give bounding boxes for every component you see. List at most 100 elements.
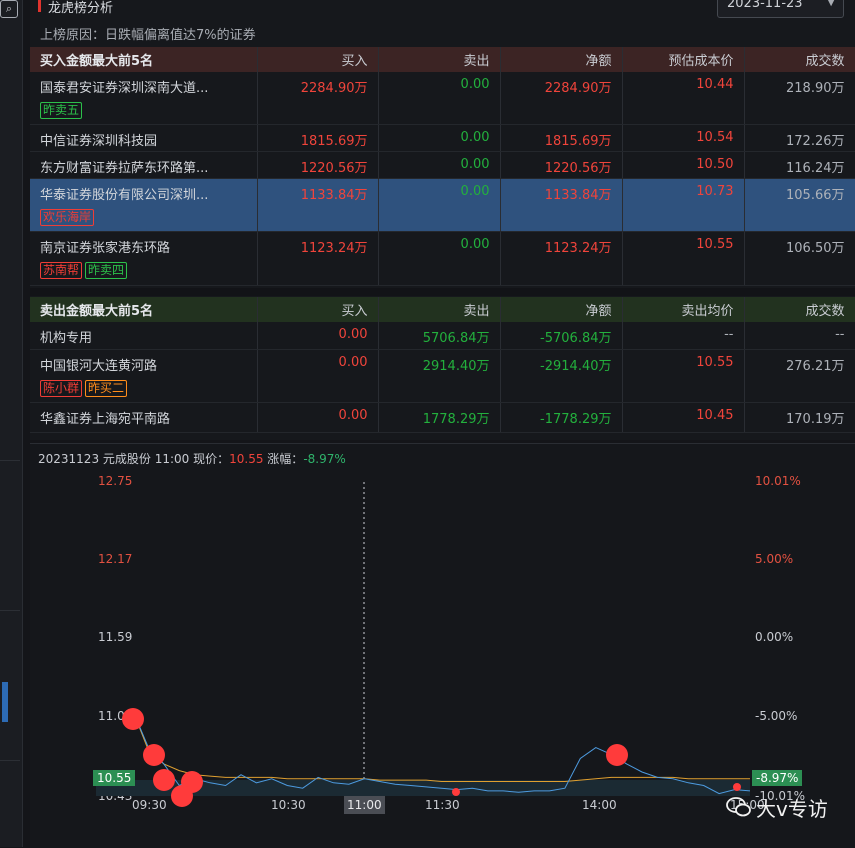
trade-marker[interactable]: [452, 788, 460, 796]
cost-price: 10.44: [622, 72, 745, 125]
avg-sell-price: --: [622, 322, 745, 350]
net-amount: 1133.84万: [500, 178, 623, 232]
column-header[interactable]: 买入: [257, 47, 379, 72]
buy-table-header: 买入金额最大前5名 买入 卖出 净额 预估成本价 成交数: [30, 47, 855, 72]
buy-table: 买入金额最大前5名 买入 卖出 净额 预估成本价 成交数 国泰君安证券深圳深南大…: [30, 47, 855, 286]
trade-marker[interactable]: [153, 769, 175, 791]
broker-tag[interactable]: 昨卖四: [85, 261, 128, 279]
table-row[interactable]: 华鑫证券上海宛平南路 0.00 1778.29万 -1778.29万 10.45…: [30, 402, 855, 433]
buy-amount: 1133.84万: [257, 178, 379, 232]
volume: 218.90万: [744, 72, 855, 125]
buy-amount: 2284.90万: [257, 72, 379, 125]
sidebar-divider: [0, 610, 20, 611]
broker-name[interactable]: 国泰君安证券深圳深南大道...: [40, 77, 247, 96]
broker-name[interactable]: 南京证券张家港东环路: [40, 237, 247, 256]
broker-name[interactable]: 中信证券深圳科技园: [30, 124, 258, 152]
column-header[interactable]: 买入: [257, 297, 379, 322]
intraday-chart[interactable]: 20231123 元成股份 11:00 现价：10.55 涨幅：-8.97% 1…: [30, 443, 855, 848]
table-row[interactable]: 东方财富证券拉萨东环路第... 1220.56万 0.00 1220.56万 1…: [30, 151, 855, 179]
sell-amount: 5706.84万: [378, 322, 501, 350]
sell-amount: 0.00: [378, 231, 501, 286]
broker-name[interactable]: 华鑫证券上海宛平南路: [30, 402, 258, 433]
trade-marker[interactable]: [122, 708, 144, 730]
trade-marker[interactable]: [606, 744, 628, 766]
net-amount: 1123.24万: [500, 231, 623, 286]
pct-badge: -8.97%: [752, 770, 803, 786]
column-header[interactable]: 净额: [500, 47, 623, 72]
sell-table: 卖出金额最大前5名 买入 卖出 净额 卖出均价 成交数 机构专用 0.00 57…: [30, 297, 855, 433]
chart-plot[interactable]: [30, 444, 855, 848]
sell-amount: 0.00: [378, 178, 501, 232]
table-row[interactable]: 南京证券张家港东环路 苏南帮 昨卖四 1123.24万 0.00 1123.24万 …: [30, 231, 855, 286]
table-row[interactable]: 中国银河大连黄河路 陈小群 昨买二 0.00 2914.40万 -2914.40万 …: [30, 349, 855, 403]
column-header[interactable]: 卖出: [378, 297, 501, 322]
broker-name[interactable]: 华泰证券股份有限公司深圳...: [40, 184, 247, 203]
chevron-down-icon: ▼: [827, 0, 835, 8]
avg-sell-price: 10.55: [622, 349, 745, 403]
broker-name[interactable]: 机构专用: [30, 322, 258, 350]
search-icon[interactable]: ⌕: [0, 0, 18, 18]
column-header[interactable]: 成交数: [744, 297, 855, 322]
cost-price: 10.54: [622, 124, 745, 152]
buy-amount: 1815.69万: [257, 124, 379, 152]
x-tick: 10:30: [271, 798, 306, 812]
buy-amount: 0.00: [257, 349, 379, 403]
trade-marker[interactable]: [143, 744, 165, 766]
column-header[interactable]: 卖出均价: [622, 297, 745, 322]
broker-tag[interactable]: 欢乐海岸: [40, 208, 95, 226]
x-tick: 09:30: [132, 798, 167, 812]
net-amount: -1778.29万: [500, 402, 623, 433]
sidebar-active-indicator: [2, 682, 8, 722]
net-amount: 1220.56万: [500, 151, 623, 179]
sell-amount: 1778.29万: [378, 402, 501, 433]
left-sidebar: ⌕: [0, 0, 23, 847]
price-badge: 10.55: [93, 770, 136, 786]
net-amount: 1815.69万: [500, 124, 623, 152]
wechat-icon: [726, 797, 751, 817]
column-header[interactable]: 成交数: [744, 47, 855, 72]
sidebar-divider: [0, 460, 20, 461]
broker-tag[interactable]: 昨买二: [85, 379, 128, 397]
trade-marker[interactable]: [733, 783, 741, 791]
sell-amount: 0.00: [378, 72, 501, 125]
column-header[interactable]: 卖出: [378, 47, 501, 72]
column-header[interactable]: 预估成本价: [622, 47, 745, 72]
volume: 172.26万: [744, 124, 855, 152]
sell-amount: 2914.40万: [378, 349, 501, 403]
broker-tag[interactable]: 昨卖五: [40, 102, 83, 119]
sidebar-divider: [0, 760, 20, 761]
broker-name[interactable]: 中国银河大连黄河路: [40, 355, 247, 374]
table-row[interactable]: 国泰君安证券深圳深南大道... 昨卖五 2284.90万 0.00 2284.90…: [30, 72, 855, 125]
broker-name[interactable]: 东方财富证券拉萨东环路第...: [30, 151, 258, 179]
table-row[interactable]: 机构专用 0.00 5706.84万 -5706.84万 -- --: [30, 322, 855, 350]
watermark-text: 大v专访: [756, 797, 828, 821]
column-header[interactable]: 净额: [500, 297, 623, 322]
buy-amount: 1220.56万: [257, 151, 379, 179]
cost-price: 10.73: [622, 178, 745, 232]
broker-tag[interactable]: 苏南帮: [40, 261, 83, 279]
panel-title: 龙虎榜分析: [48, 1, 114, 16]
net-amount: -5706.84万: [500, 322, 623, 350]
net-amount: 2284.90万: [500, 72, 623, 125]
sell-amount: 0.00: [378, 124, 501, 152]
volume: 105.66万: [744, 178, 855, 232]
date-value: 2023-11-23: [727, 0, 803, 11]
table-separator: [30, 288, 855, 296]
listing-reason: 上榜原因：日跌幅偏离值达7%的证券: [40, 28, 256, 43]
buy-amount: 0.00: [257, 322, 379, 350]
x-tick: 11:30: [425, 798, 460, 812]
table-row-selected[interactable]: 华泰证券股份有限公司深圳... 欢乐海岸 1133.84万 0.00 1133.8…: [30, 178, 855, 232]
volume: 170.19万: [744, 402, 855, 433]
buy-amount: 0.00: [257, 402, 379, 433]
volume: --: [744, 322, 855, 350]
cost-price: 10.55: [622, 231, 745, 286]
table-row[interactable]: 中信证券深圳科技园 1815.69万 0.00 1815.69万 10.54 1…: [30, 124, 855, 152]
trade-marker[interactable]: [171, 785, 193, 807]
buy-amount: 1123.24万: [257, 231, 379, 286]
volume: 276.21万: [744, 349, 855, 403]
sell-amount: 0.00: [378, 151, 501, 179]
date-select[interactable]: 2023-11-23 ▼: [717, 0, 844, 18]
dragon-tiger-panel: 龙虎榜分析 2023-11-23 ▼ 上榜原因：日跌幅偏离值达7%的证券 买入金…: [30, 0, 855, 440]
broker-tag[interactable]: 陈小群: [40, 379, 83, 397]
avg-price-line: [132, 710, 750, 782]
